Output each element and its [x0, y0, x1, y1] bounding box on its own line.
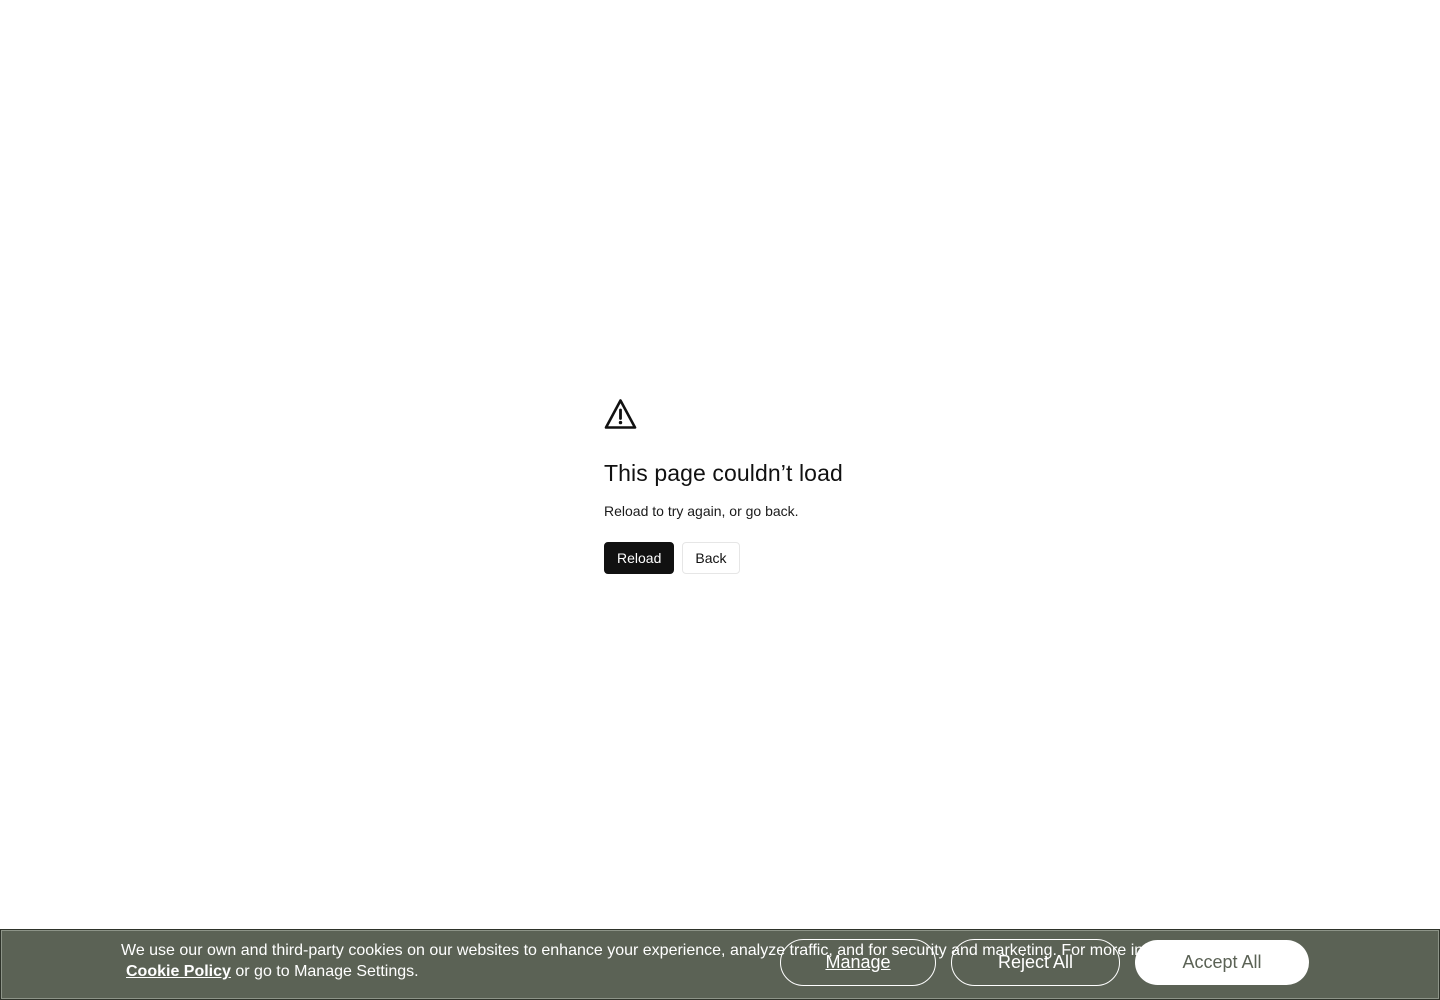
cookie-policy-link[interactable]: Cookie Policy: [126, 963, 231, 980]
accept-all-button[interactable]: Accept All: [1135, 940, 1309, 985]
reload-button[interactable]: Reload: [604, 542, 675, 574]
error-subtitle: Reload to try again, or go back.: [604, 503, 799, 519]
cookie-banner: We use our own and third-party cookies o…: [0, 929, 1440, 1000]
reject-all-button[interactable]: Reject All: [951, 939, 1120, 986]
manage-cookies-button[interactable]: Manage: [780, 939, 936, 986]
warning-triangle-icon: [604, 399, 637, 429]
error-title: This page couldn’t load: [604, 460, 843, 486]
error-panel: This page couldn’t load Reload to try ag…: [604, 398, 1024, 574]
cookie-message-suffix: or go to Manage Settings.: [230, 963, 419, 980]
page: This page couldn’t load Reload to try ag…: [0, 0, 1440, 1000]
back-button[interactable]: Back: [682, 542, 740, 574]
error-actions: Reload Back: [604, 542, 1024, 574]
